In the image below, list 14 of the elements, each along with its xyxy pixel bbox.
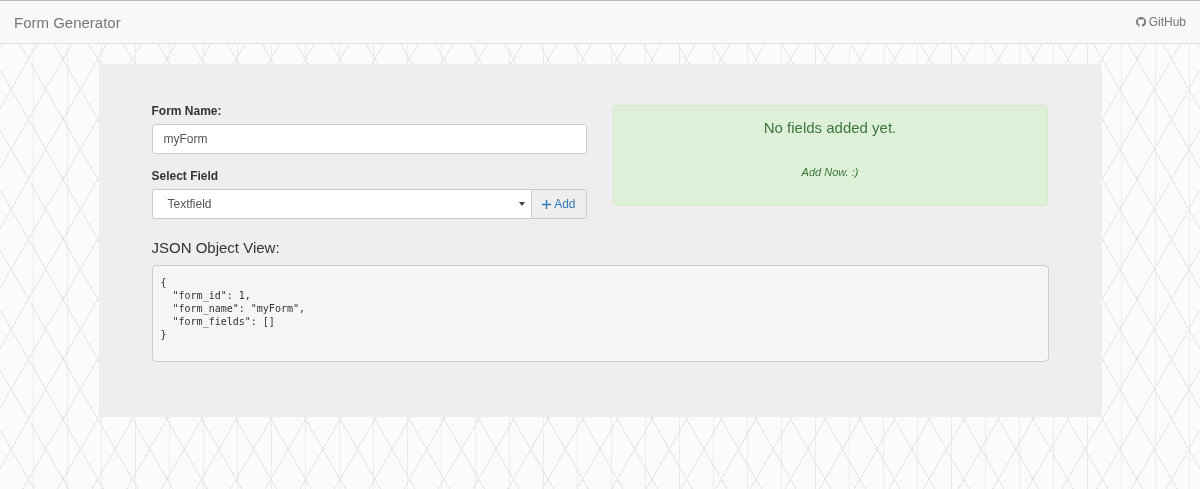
add-button[interactable]: Add xyxy=(532,189,587,219)
github-icon xyxy=(1135,17,1146,27)
github-link[interactable]: GitHub xyxy=(1135,15,1186,29)
section-title: JSON Object View: xyxy=(151,239,281,256)
field-label: Form Name: xyxy=(151,104,223,118)
notice-title: No fields added yet. xyxy=(763,119,897,136)
caret-icon xyxy=(519,202,526,206)
plus-icon xyxy=(542,199,552,209)
brand-title: Form Generator xyxy=(14,13,121,31)
field-type-select[interactable]: Textfield xyxy=(151,189,533,219)
json-code-block: { "form_id": 1, "form_name": "myForm", "form_fields": [] } xyxy=(151,265,1049,362)
add-now-link[interactable]: Add Now. :) xyxy=(801,166,859,178)
field-label: Select Field xyxy=(151,169,220,183)
form-name-field[interactable]: myForm xyxy=(151,124,587,154)
